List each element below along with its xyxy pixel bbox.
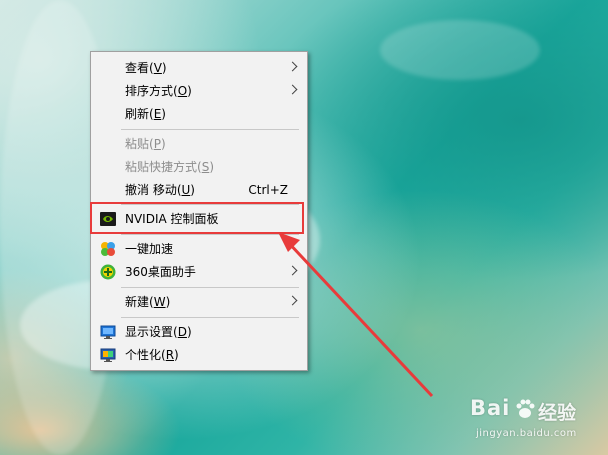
arrow-shaft (284, 238, 434, 398)
watermark-brand-cn: 经验 (538, 402, 577, 424)
paw-icon (516, 399, 535, 418)
watermark-url: jingyan.baidu.com (476, 428, 577, 439)
watermark-brand: Bai (470, 396, 511, 420)
arrow-head-icon (278, 232, 300, 252)
baidu-jingyan-watermark: Bai 经验 jingyan.baidu.com (470, 396, 600, 448)
annotation-arrow (278, 232, 434, 398)
